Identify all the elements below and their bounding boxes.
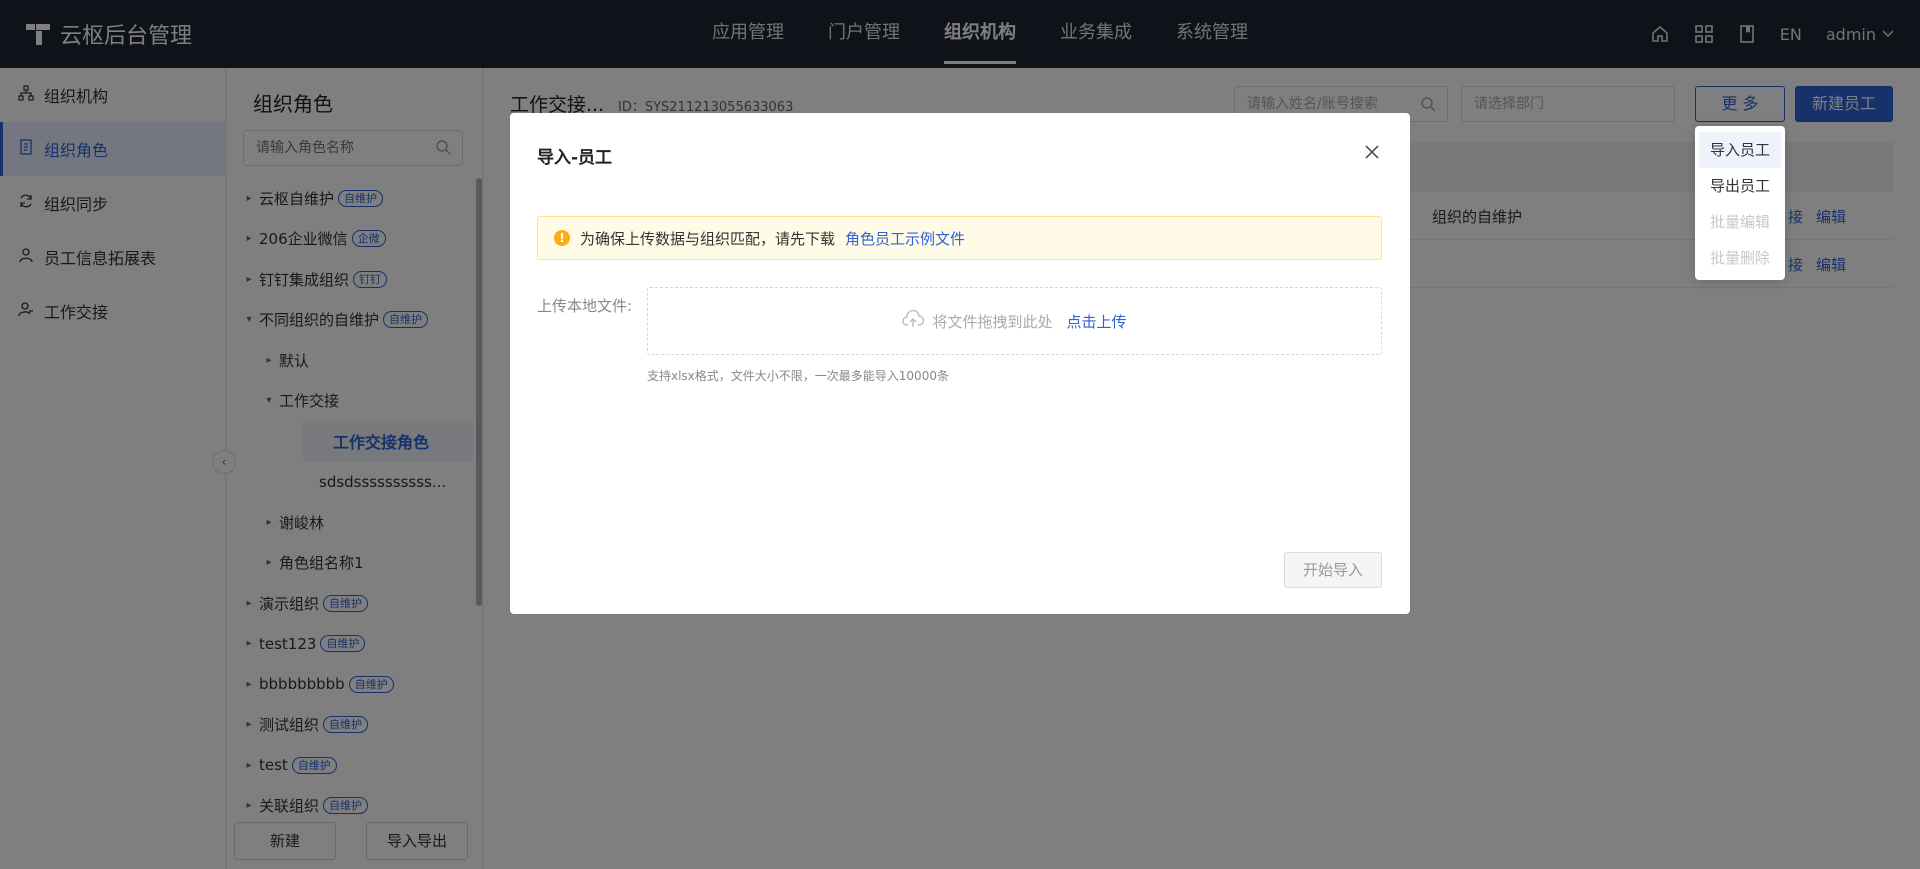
import-employee-modal: 导入-员工 ! 为确保上传数据与组织匹配，请先下载 角色员工示例文件 上传本地文… xyxy=(510,113,1410,614)
warning-icon: ! xyxy=(554,230,570,246)
download-sample-link[interactable]: 角色员工示例文件 xyxy=(845,228,965,249)
start-import-button[interactable]: 开始导入 xyxy=(1284,552,1382,588)
dropzone-text: 将文件拖拽到此处 xyxy=(932,312,1053,331)
menu-item-export-employee[interactable]: 导出员工 xyxy=(1695,168,1785,204)
alert-text: 为确保上传数据与组织匹配，请先下载 xyxy=(580,229,836,248)
cloud-upload-icon xyxy=(902,309,925,332)
upload-dropzone[interactable]: 将文件拖拽到此处 点击上传 xyxy=(647,287,1382,355)
more-dropdown-menu: 导入员工 导出员工 批量编辑 批量删除 xyxy=(1695,126,1785,280)
menu-item-batch-edit: 批量编辑 xyxy=(1709,213,1770,231)
modal-title: 导入-员工 xyxy=(537,148,613,168)
menu-item-batch-delete: 批量删除 xyxy=(1709,249,1770,267)
click-upload-link[interactable]: 点击上传 xyxy=(1067,311,1127,332)
upload-label: 上传本地文件: xyxy=(537,297,633,315)
menu-item-import-employee[interactable]: 导入员工 xyxy=(1699,132,1781,168)
upload-hint: 支持xlsx格式，文件大小不限，一次最多能导入10000条 xyxy=(647,369,949,383)
warning-alert: ! 为确保上传数据与组织匹配，请先下载 角色员工示例文件 xyxy=(537,216,1382,260)
close-icon[interactable] xyxy=(1365,145,1379,163)
